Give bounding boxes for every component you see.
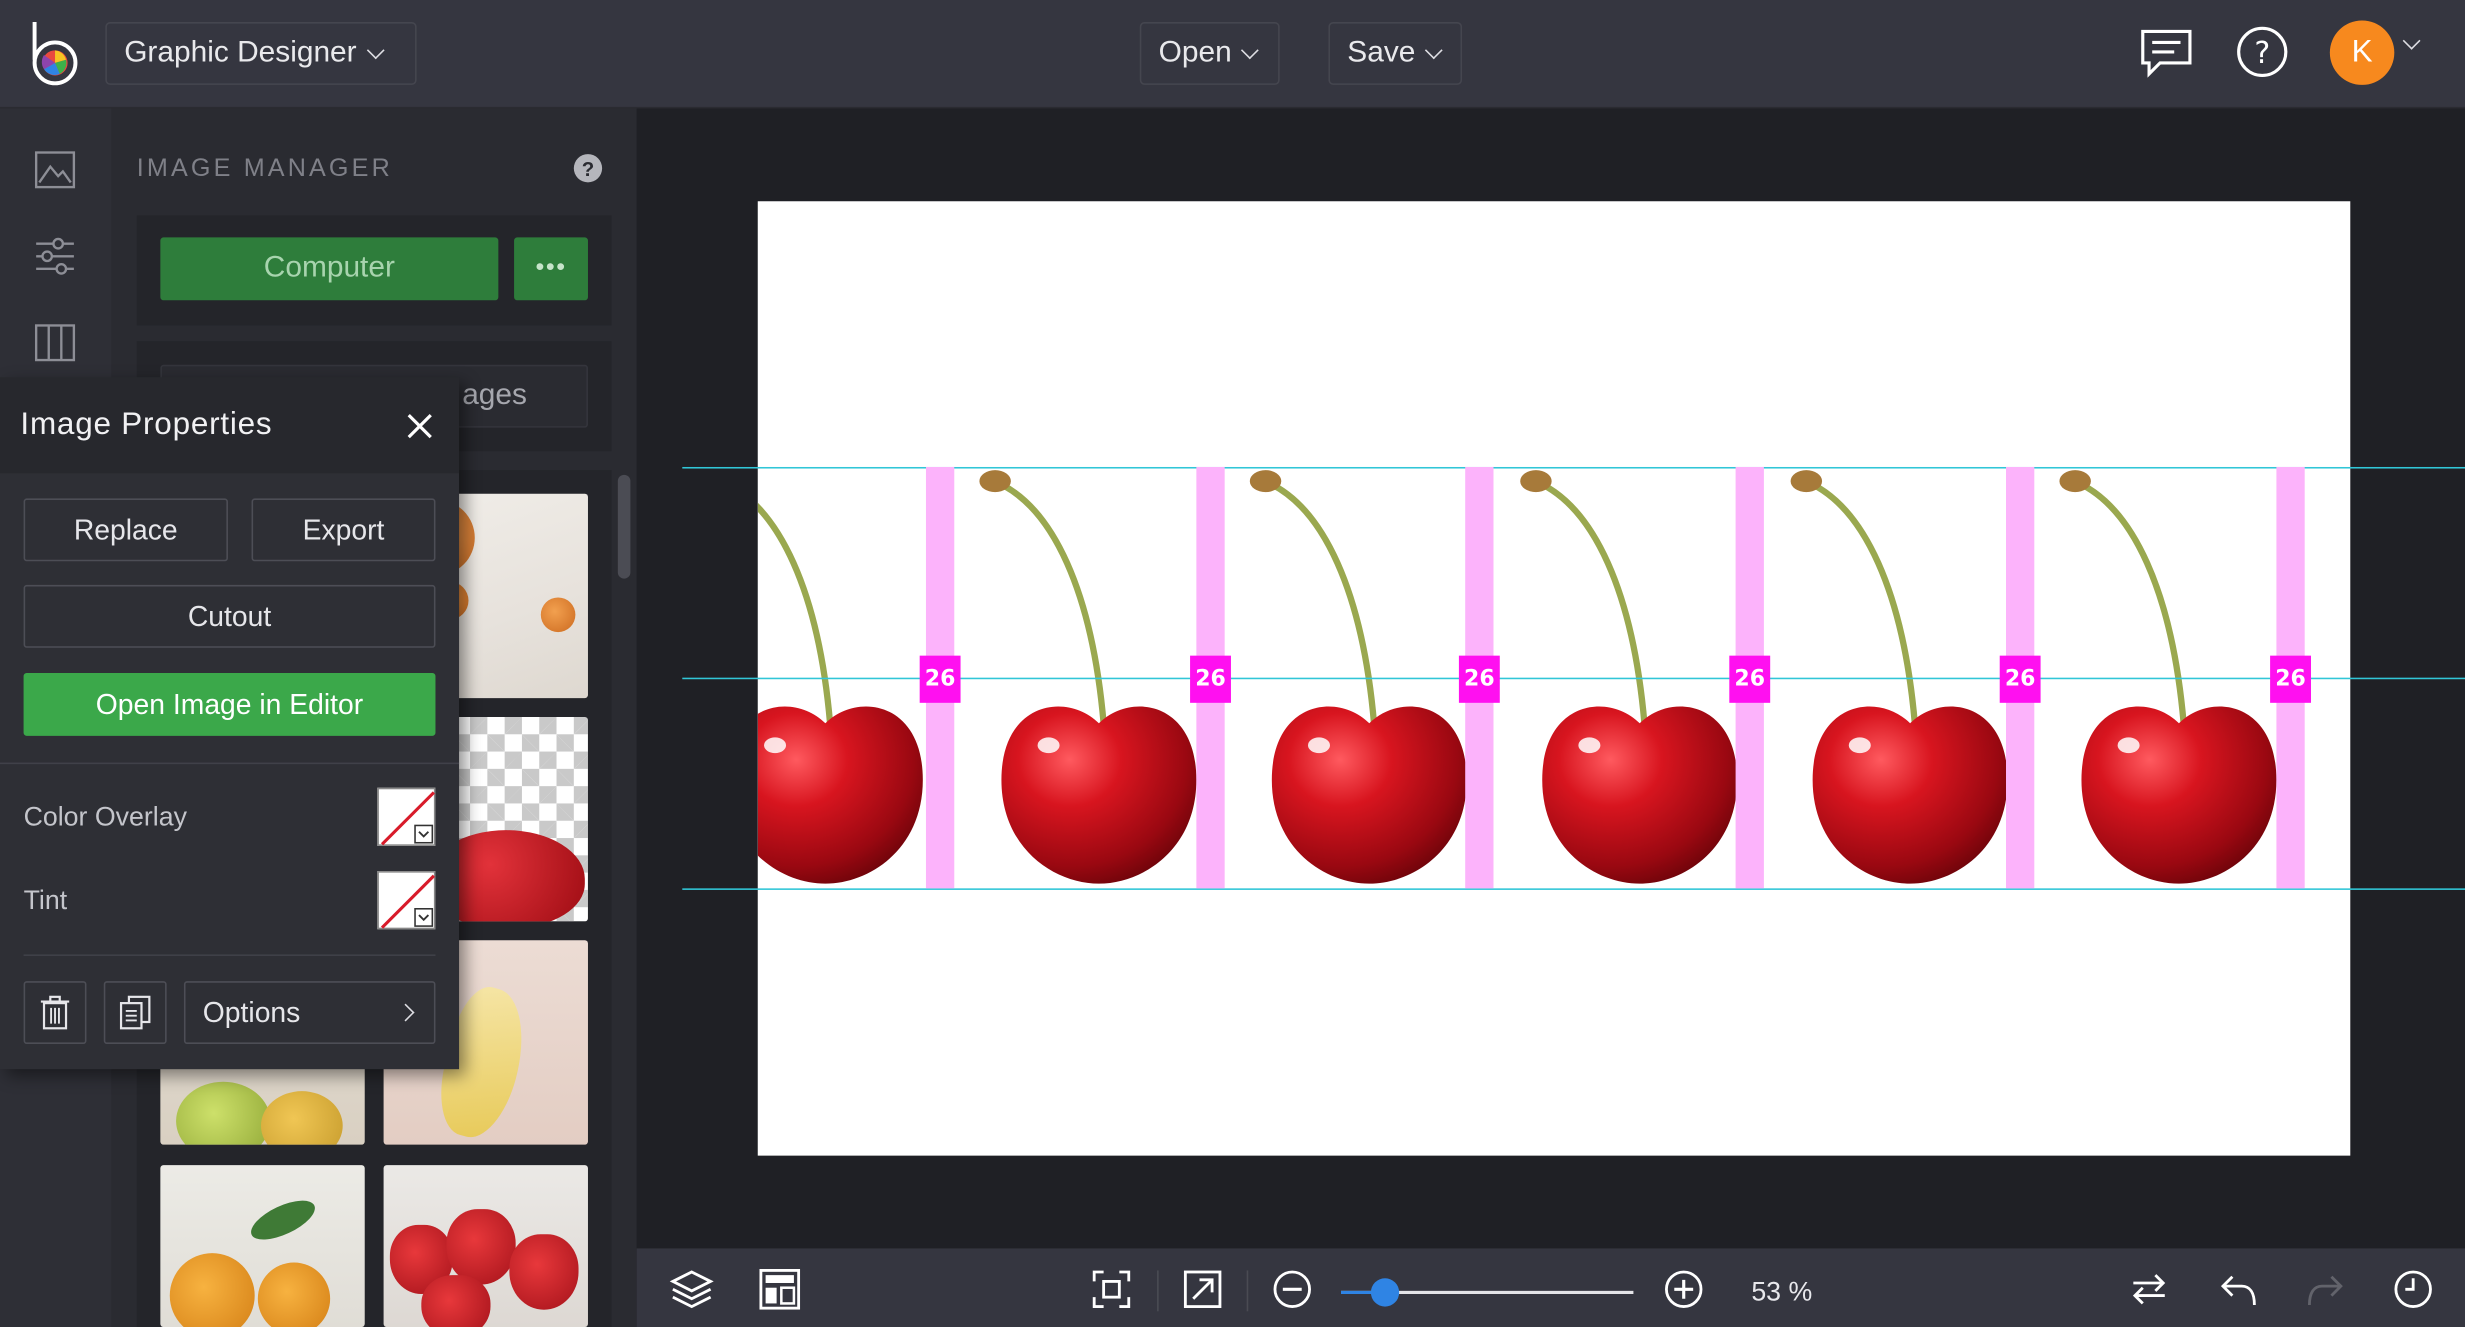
lime-fruit-shape: [176, 1081, 271, 1145]
avatar[interactable]: K: [2329, 20, 2395, 85]
export-button[interactable]: Export: [251, 498, 436, 562]
chevron-down-icon: [366, 40, 385, 59]
spacing-label-2: 26: [1190, 655, 1231, 703]
save-label: Save: [1347, 36, 1416, 70]
zoom-slider[interactable]: [1341, 1270, 1634, 1314]
color-overlay-swatch[interactable]: [377, 787, 436, 846]
zoom-slider-thumb[interactable]: [1370, 1278, 1399, 1307]
thumbnail-strawberries[interactable]: [383, 1165, 588, 1327]
delete-button[interactable]: [23, 981, 87, 1045]
strawberry-shape: [509, 1234, 579, 1310]
zoom-in-icon[interactable]: [1662, 1267, 1706, 1311]
history-icon[interactable]: [2391, 1267, 2435, 1311]
alignment-guide-bottom: [682, 888, 2465, 890]
lemon-fruit-shape: [260, 1091, 343, 1145]
undo-icon[interactable]: [2217, 1267, 2261, 1311]
replace-label: Replace: [73, 513, 178, 545]
trash-icon: [40, 995, 70, 1030]
open-button[interactable]: Open: [1139, 22, 1280, 85]
tangerine-fruit-shape: [257, 1262, 331, 1327]
redo-icon[interactable]: [2303, 1267, 2347, 1311]
feedback-icon[interactable]: [2138, 25, 2195, 82]
close-icon[interactable]: [404, 410, 435, 441]
layers-icon[interactable]: [669, 1267, 714, 1311]
replace-button[interactable]: Replace: [23, 498, 228, 562]
tint-label: Tint: [23, 885, 68, 916]
actual-size-icon[interactable]: [1181, 1267, 1225, 1311]
spacing-label-1: 26: [919, 655, 961, 703]
spacing-label-6: 26: [2270, 655, 2311, 703]
toolbar-divider: [1246, 1270, 1249, 1312]
image-tool-icon[interactable]: [33, 148, 77, 192]
image-manager-title: IMAGE MANAGER: [136, 155, 393, 183]
columns-tool-icon[interactable]: [33, 321, 77, 365]
cutout-label: Cutout: [187, 599, 272, 632]
duplicate-button[interactable]: [103, 981, 167, 1045]
swap-icon[interactable]: [2127, 1267, 2171, 1311]
help-icon[interactable]: ?: [2236, 25, 2289, 78]
divider: [0, 762, 460, 765]
cutout-button[interactable]: Cutout: [23, 584, 436, 648]
options-label: Options: [202, 996, 301, 1028]
top-bar: Graphic Designer Open Save ? K: [0, 0, 2465, 109]
layout-icon[interactable]: [758, 1267, 802, 1311]
thumbnail-tangerines[interactable]: [160, 1165, 365, 1327]
tint-swatch[interactable]: [377, 871, 436, 930]
zoom-percent: 53 %: [1751, 1276, 1813, 1307]
strawberry-shape: [446, 1209, 516, 1285]
avatar-initial: K: [2351, 34, 2373, 70]
toolbar-divider: [1157, 1270, 1159, 1312]
open-editor-label: Open Image in Editor: [95, 687, 364, 720]
duplicate-icon: [119, 995, 151, 1030]
more-icon: •••: [535, 254, 567, 282]
app-logo[interactable]: [22, 19, 85, 88]
image-properties-title: Image Properties: [20, 407, 273, 442]
spacing-label-5: 26: [1999, 655, 2041, 703]
strawberry-shape: [421, 1275, 491, 1327]
save-button[interactable]: Save: [1328, 22, 1463, 85]
image-manager-help-icon[interactable]: ?: [573, 154, 603, 183]
project-menu-button[interactable]: Graphic Designer: [105, 22, 417, 85]
project-name: Graphic Designer: [124, 36, 357, 70]
divider: [23, 954, 436, 956]
spacing-label-4: 26: [1729, 655, 1771, 703]
svg-text:?: ?: [2254, 36, 2270, 71]
image-properties-panel: Image Properties Replace Export Cutout O…: [0, 377, 460, 1070]
fit-to-screen-icon[interactable]: [1089, 1267, 1133, 1311]
stock-images-tab-label: ages: [462, 378, 527, 412]
export-label: Export: [302, 513, 385, 545]
open-image-in-editor-button[interactable]: Open Image in Editor: [23, 672, 436, 736]
options-button[interactable]: Options: [183, 981, 436, 1045]
account-menu-chevron[interactable]: [2402, 31, 2424, 61]
tangerine-fruit-shape: [169, 1253, 255, 1327]
color-overlay-label: Color Overlay: [23, 801, 187, 832]
chevron-right-icon: [396, 1003, 415, 1022]
chevron-down-icon: [2402, 31, 2421, 50]
chevron-down-icon: [1425, 40, 1444, 59]
chevron-down-icon: [1241, 40, 1260, 59]
leaf-shape: [245, 1192, 321, 1248]
adjust-tool-icon[interactable]: [33, 234, 77, 278]
spacing-label-3: 26: [1458, 655, 1500, 703]
zoom-out-icon[interactable]: [1270, 1267, 1314, 1311]
computer-upload-button[interactable]: Computer: [160, 237, 499, 301]
computer-label: Computer: [263, 251, 395, 285]
more-sources-button[interactable]: •••: [514, 237, 588, 301]
open-label: Open: [1158, 36, 1232, 70]
panel-scrollbar[interactable]: [617, 474, 631, 579]
orange-fruit-shape: [540, 597, 576, 633]
